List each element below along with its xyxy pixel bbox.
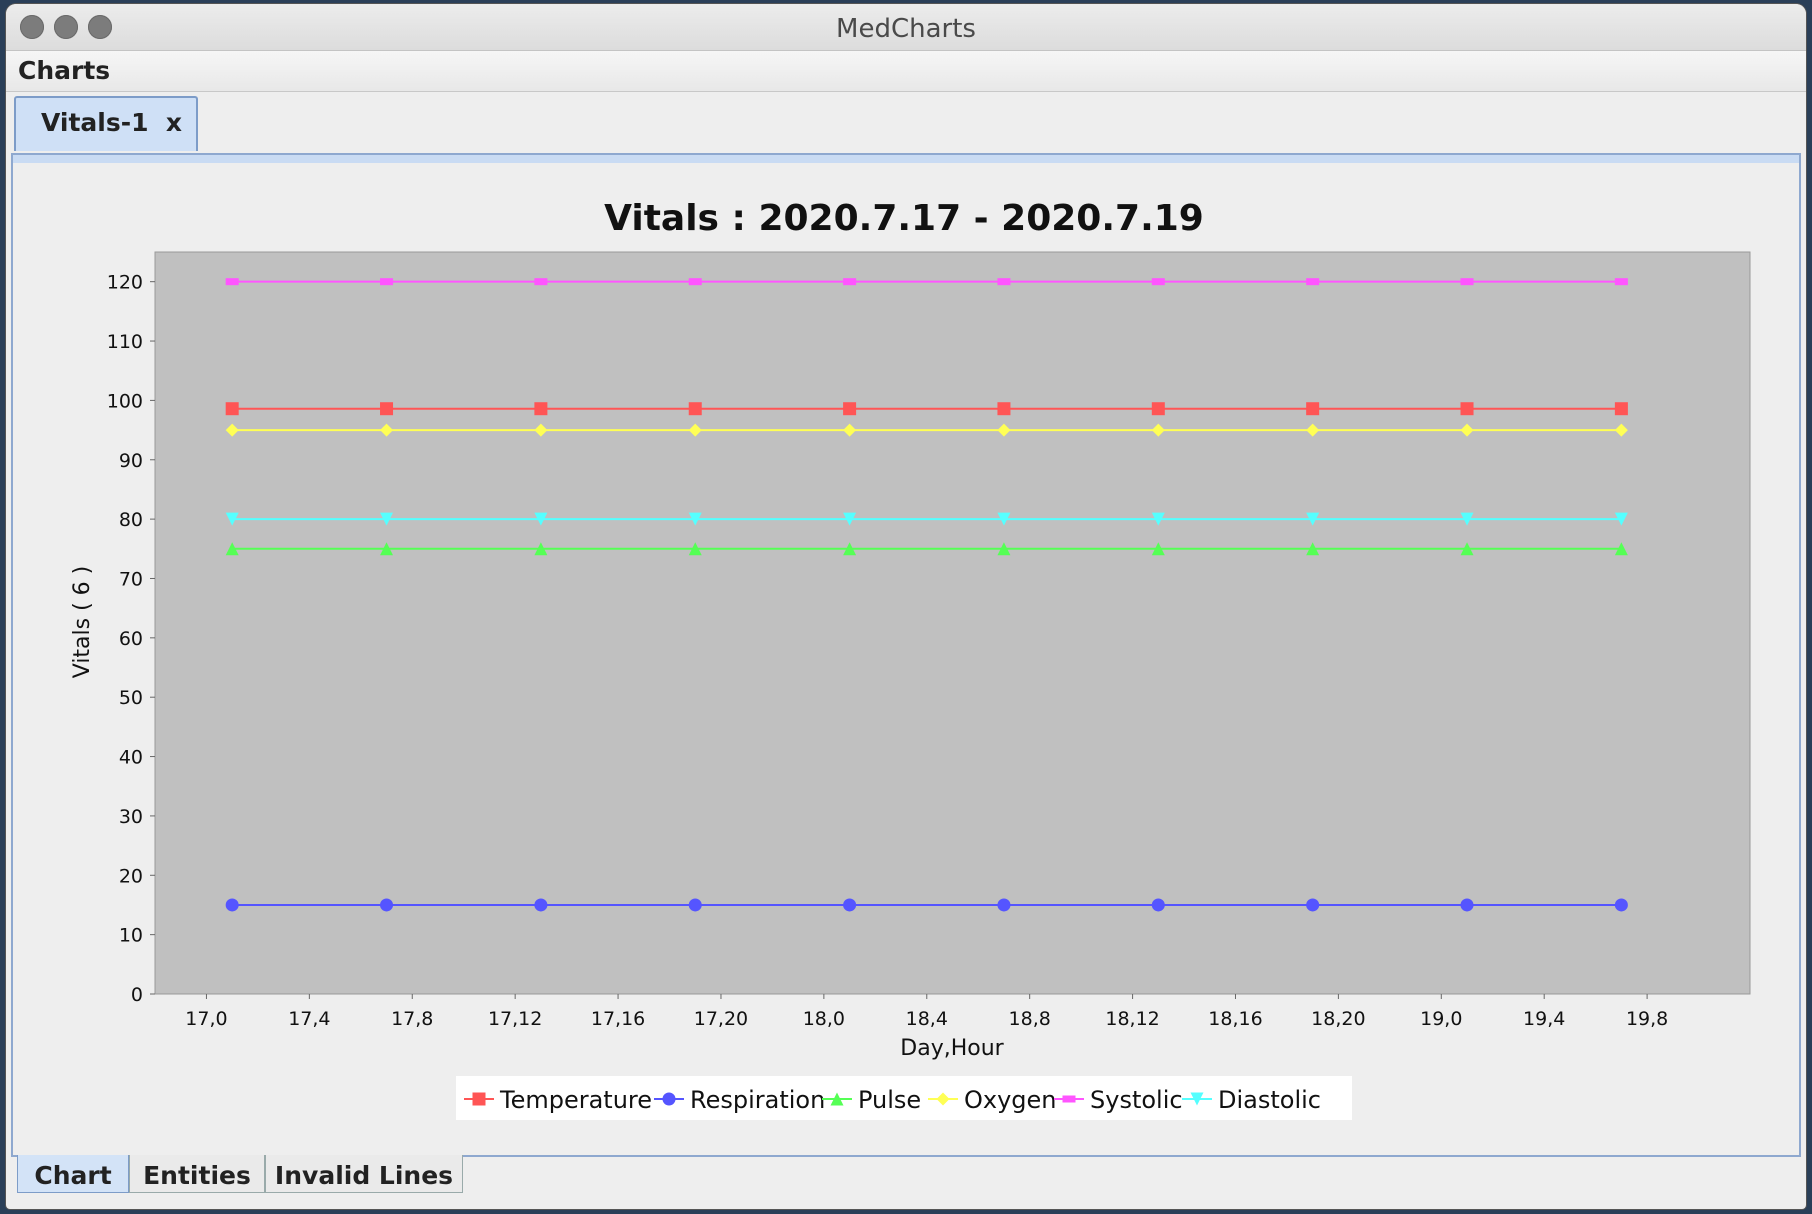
x-tick-label: 19,0 (1420, 1008, 1462, 1030)
temperature-point (1460, 402, 1474, 416)
respiration-point (534, 898, 548, 912)
x-tick-label: 18,8 (1009, 1008, 1051, 1030)
respiration-point (997, 898, 1011, 912)
systolic-point (1306, 278, 1320, 286)
x-tick-label: 17,16 (591, 1008, 645, 1030)
respiration-point (843, 898, 857, 912)
x-tick-label: 18,4 (906, 1008, 948, 1030)
temperature-point (1306, 402, 1320, 416)
temperature-point (843, 402, 857, 416)
systolic-point (534, 278, 548, 286)
temperature-point (534, 402, 548, 416)
tab-invalid-lines[interactable]: Invalid Lines (265, 1155, 463, 1193)
y-tick-label: 70 (119, 568, 143, 590)
x-tick-label: 18,12 (1105, 1008, 1159, 1030)
y-tick-label: 30 (119, 806, 143, 828)
y-tick-label: 60 (119, 628, 143, 650)
temperature-point (997, 402, 1011, 416)
legend-temperature-marker (472, 1092, 486, 1106)
systolic-point (843, 278, 857, 286)
y-tick-label: 100 (107, 390, 143, 412)
temperature-point (380, 402, 394, 416)
y-tick-label: 20 (119, 865, 143, 887)
respiration-point (1460, 898, 1474, 912)
tab-chart[interactable]: Chart (17, 1155, 129, 1193)
legend-respiration-label: Respiration (690, 1086, 825, 1114)
respiration-point (380, 898, 394, 912)
respiration-point (1151, 898, 1165, 912)
chart-title: Vitals : 2020.7.17 - 2020.7.19 (604, 198, 1204, 239)
vitals-chart: Vitals : 2020.7.17 - 2020.7.19 Vitals ( … (70, 198, 1751, 1120)
y-tick-label: 90 (119, 450, 143, 472)
legend-temperature-label: Temperature (499, 1086, 652, 1114)
y-tick-label: 110 (107, 331, 143, 353)
temperature-point (688, 402, 702, 416)
tab-entities[interactable]: Entities (129, 1155, 265, 1193)
x-tick-label: 17,0 (185, 1008, 227, 1030)
y-tick-label: 50 (119, 687, 143, 709)
systolic-point (225, 278, 239, 286)
legend-respiration-marker (662, 1092, 676, 1106)
temperature-point (1151, 402, 1165, 416)
x-tick-label: 18,16 (1208, 1008, 1262, 1030)
y-tick-label: 40 (119, 747, 143, 769)
systolic-point (1460, 278, 1474, 286)
temperature-point (1614, 402, 1628, 416)
y-tick-label: 0 (131, 984, 143, 1006)
x-tick-label: 19,4 (1523, 1008, 1565, 1030)
x-axis-label: Day,Hour (900, 1036, 1004, 1061)
x-tick-label: 17,20 (694, 1008, 748, 1030)
x-tick-label: 18,20 (1311, 1008, 1365, 1030)
y-axis-label: Vitals ( 6 ) (70, 566, 95, 679)
systolic-point (1614, 278, 1628, 286)
systolic-point (1151, 278, 1165, 286)
legend: Temperature Respiration Pulse Oxygen Systoli… (456, 1076, 1352, 1120)
x-tick-label: 17,12 (488, 1008, 542, 1030)
respiration-point (688, 898, 702, 912)
respiration-point (1306, 898, 1320, 912)
y-tick-label: 120 (107, 272, 143, 294)
y-tick-label: 10 (119, 925, 143, 947)
temperature-point (225, 402, 239, 416)
x-tick-label: 17,4 (288, 1008, 330, 1030)
legend-oxygen-label: Oxygen (964, 1086, 1057, 1114)
systolic-point (997, 278, 1011, 286)
respiration-point (225, 898, 239, 912)
legend-systolic-label: Systolic (1090, 1086, 1183, 1114)
respiration-point (1614, 898, 1628, 912)
y-tick-label: 80 (119, 509, 143, 531)
legend-systolic-marker (1062, 1095, 1076, 1103)
x-tick-label: 17,8 (391, 1008, 433, 1030)
plot-area (154, 251, 1751, 995)
legend-diastolic-label: Diastolic (1218, 1086, 1321, 1114)
systolic-point (688, 278, 702, 286)
systolic-point (380, 278, 394, 286)
x-tick-label: 18,0 (803, 1008, 845, 1030)
legend-pulse-label: Pulse (858, 1086, 921, 1114)
x-tick-label: 19,8 (1626, 1008, 1668, 1030)
